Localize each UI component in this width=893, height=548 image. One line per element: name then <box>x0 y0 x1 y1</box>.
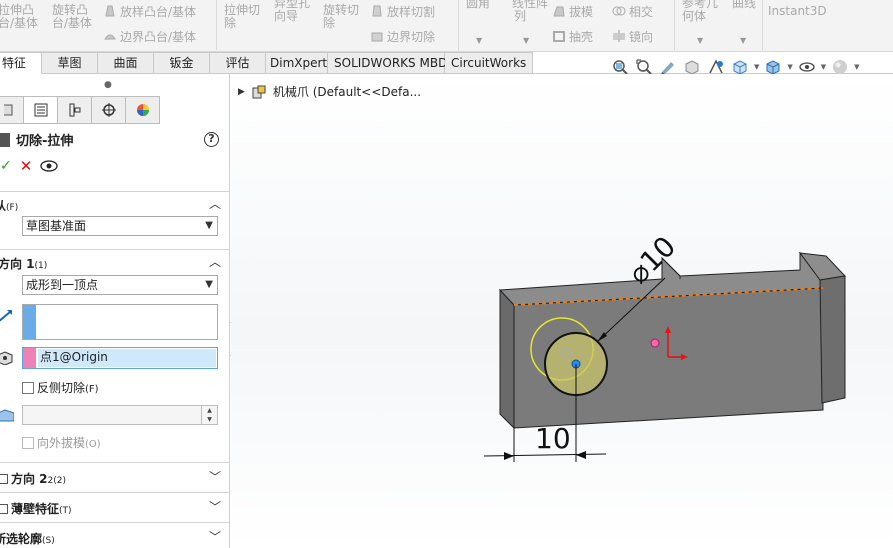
feature-tree-icon <box>3 104 12 116</box>
boundary-cut-button[interactable]: 边界切除 <box>370 29 435 44</box>
extruded-boss-button[interactable]: 拉伸凸 台/基体 <box>0 4 38 30</box>
ok-checkmark-icon[interactable]: ✓ <box>0 158 12 174</box>
tab-dimxpert[interactable]: DimXpert <box>266 52 328 74</box>
draft-icon <box>552 4 566 18</box>
boundary-boss-button[interactable]: 边界凸台/基体 <box>103 29 196 44</box>
displaymanager-tab[interactable] <box>126 96 160 124</box>
section-from[interactable]: 从(F) ︿ <box>0 191 229 213</box>
feature-tree-flyout[interactable]: ▶ 机械爪 (Default<<Defa... <box>238 83 421 100</box>
shell-button[interactable]: 抽壳 <box>552 29 593 44</box>
tab-solidworks-mbd[interactable]: SOLIDWORKS MBD <box>328 52 447 74</box>
help-icon[interactable]: ? <box>204 132 219 147</box>
fillet-button[interactable]: 圆角 <box>466 0 490 10</box>
manager-tabs <box>0 96 160 124</box>
collapse-chevron-icon[interactable]: ︿ <box>209 195 221 212</box>
lofted-cut-button[interactable]: 放样切割 <box>370 4 435 19</box>
command-manager-tabs: 特征 草图 曲面 钣金 评估 DimXpert SOLIDWORKS MBD C… <box>0 52 533 74</box>
expand-chevron-icon[interactable]: ﹀ <box>209 498 221 515</box>
appearance-pie-icon <box>136 104 149 116</box>
collapse-chevron-icon[interactable]: ︿ <box>209 253 221 270</box>
revolved-boss-button[interactable]: 旋转凸 台/基体 <box>52 4 92 30</box>
expand-arrow-icon[interactable]: ▶ <box>238 87 245 97</box>
revolved-cut-button[interactable]: 旋转切除 <box>323 4 359 30</box>
configuration-icon <box>69 103 80 117</box>
intersect-icon <box>612 4 626 18</box>
curves-button[interactable]: 曲线 <box>732 0 756 10</box>
vertex-selection-item[interactable]: 点1@Origin <box>38 349 216 367</box>
tab-features[interactable]: 特征 <box>0 52 42 74</box>
draft-angle-icon <box>0 409 14 422</box>
tab-circuitworks[interactable]: CircuitWorks <box>445 52 533 74</box>
dropdown-arrow-icon: ▼ <box>205 220 213 231</box>
tab-sheet-metal[interactable]: 钣金 <box>154 52 210 74</box>
draft-angle-spinner[interactable]: ▲ ▼ <box>22 405 218 425</box>
reference-geometry-button[interactable]: 参考几 何体 <box>682 0 718 23</box>
graphics-area[interactable]: ⌀10 10 <box>231 74 893 548</box>
tab-evaluate[interactable]: 评估 <box>210 52 266 74</box>
draft-button[interactable]: 拔模 <box>552 4 593 19</box>
feature-title: 切除-拉伸 <box>0 130 73 149</box>
expand-chevron-icon[interactable]: ﹀ <box>209 468 221 485</box>
featuremanager-tab[interactable] <box>0 96 24 124</box>
property-list-icon <box>34 103 47 117</box>
direction-arrow-icon <box>0 310 12 322</box>
mirror-button[interactable]: 镜向 <box>612 29 653 44</box>
expand-chevron-icon[interactable]: ﹀ <box>209 528 221 545</box>
dropdown-arrow-icon: ▼ <box>205 279 213 290</box>
shell-icon <box>552 29 566 43</box>
section-thin-feature[interactable]: 薄壁特征(T) ﹀ <box>0 492 229 522</box>
extruded-cut-button[interactable]: 拉伸切除 <box>224 4 260 30</box>
crosshair-icon <box>101 103 116 117</box>
dimxpertmanager-tab[interactable] <box>92 96 126 124</box>
spinner-arrows-icon[interactable]: ▲ ▼ <box>201 406 217 424</box>
configurationmanager-tab[interactable] <box>58 96 92 124</box>
command-ribbon: 拉伸凸 台/基体 旋转凸 台/基体 放样凸台/基体 边界凸台/基体 拉伸切除 异型孔… <box>0 0 893 52</box>
tree-root-label: 机械爪 (Default<<Defa... <box>272 85 422 99</box>
from-condition-select[interactable]: 草图基准面 ▼ <box>22 216 218 236</box>
section-direction-2[interactable]: 方向 22(2) ﹀ <box>0 462 229 492</box>
preview-eye-icon[interactable] <box>40 160 58 172</box>
vertex-icon <box>0 351 13 365</box>
tab-surfaces[interactable]: 曲面 <box>98 52 154 74</box>
panel-grip-icon[interactable]: ● <box>104 80 112 90</box>
cancel-x-icon[interactable]: ✕ <box>20 157 33 175</box>
vertex-selection-box[interactable]: 点1@Origin <box>22 347 218 369</box>
loft-icon <box>103 4 117 18</box>
section-selected-contours[interactable]: 所选轮廓(S) ﹀ <box>0 522 229 548</box>
part-icon <box>252 85 266 98</box>
intersect-button[interactable]: 相交 <box>612 4 653 19</box>
flip-side-checkbox[interactable]: 反侧切除(F) <box>22 379 99 396</box>
confirm-row: ✓ ✕ <box>0 157 58 175</box>
draft-outward-checkbox[interactable]: 向外拔模(O) <box>22 434 101 451</box>
propertymanager-tab[interactable] <box>24 96 58 124</box>
boundary-cut-icon <box>370 29 384 43</box>
mirror-icon <box>612 29 626 43</box>
hole-wizard-button[interactable]: 异型孔 向导 <box>274 0 310 23</box>
boundary-icon <box>103 29 117 43</box>
loft-boss-button[interactable]: 放样凸台/基体 <box>103 4 196 19</box>
section-direction-1[interactable]: 方向 1(1) ︿ <box>0 249 229 271</box>
cut-extrude-icon <box>0 133 10 147</box>
linear-pattern-button[interactable]: 线性阵列 <box>512 0 548 23</box>
origin-point[interactable] <box>650 338 660 348</box>
lofted-cut-icon <box>370 4 384 18</box>
direction-selection-box[interactable] <box>22 304 218 340</box>
tab-sketch[interactable]: 草图 <box>42 52 98 74</box>
distance-dimension[interactable]: 10 <box>535 422 571 455</box>
end-condition-select[interactable]: 成形到一顶点 ▼ <box>22 275 218 295</box>
instant3d-button[interactable]: Instant3D <box>768 5 827 18</box>
